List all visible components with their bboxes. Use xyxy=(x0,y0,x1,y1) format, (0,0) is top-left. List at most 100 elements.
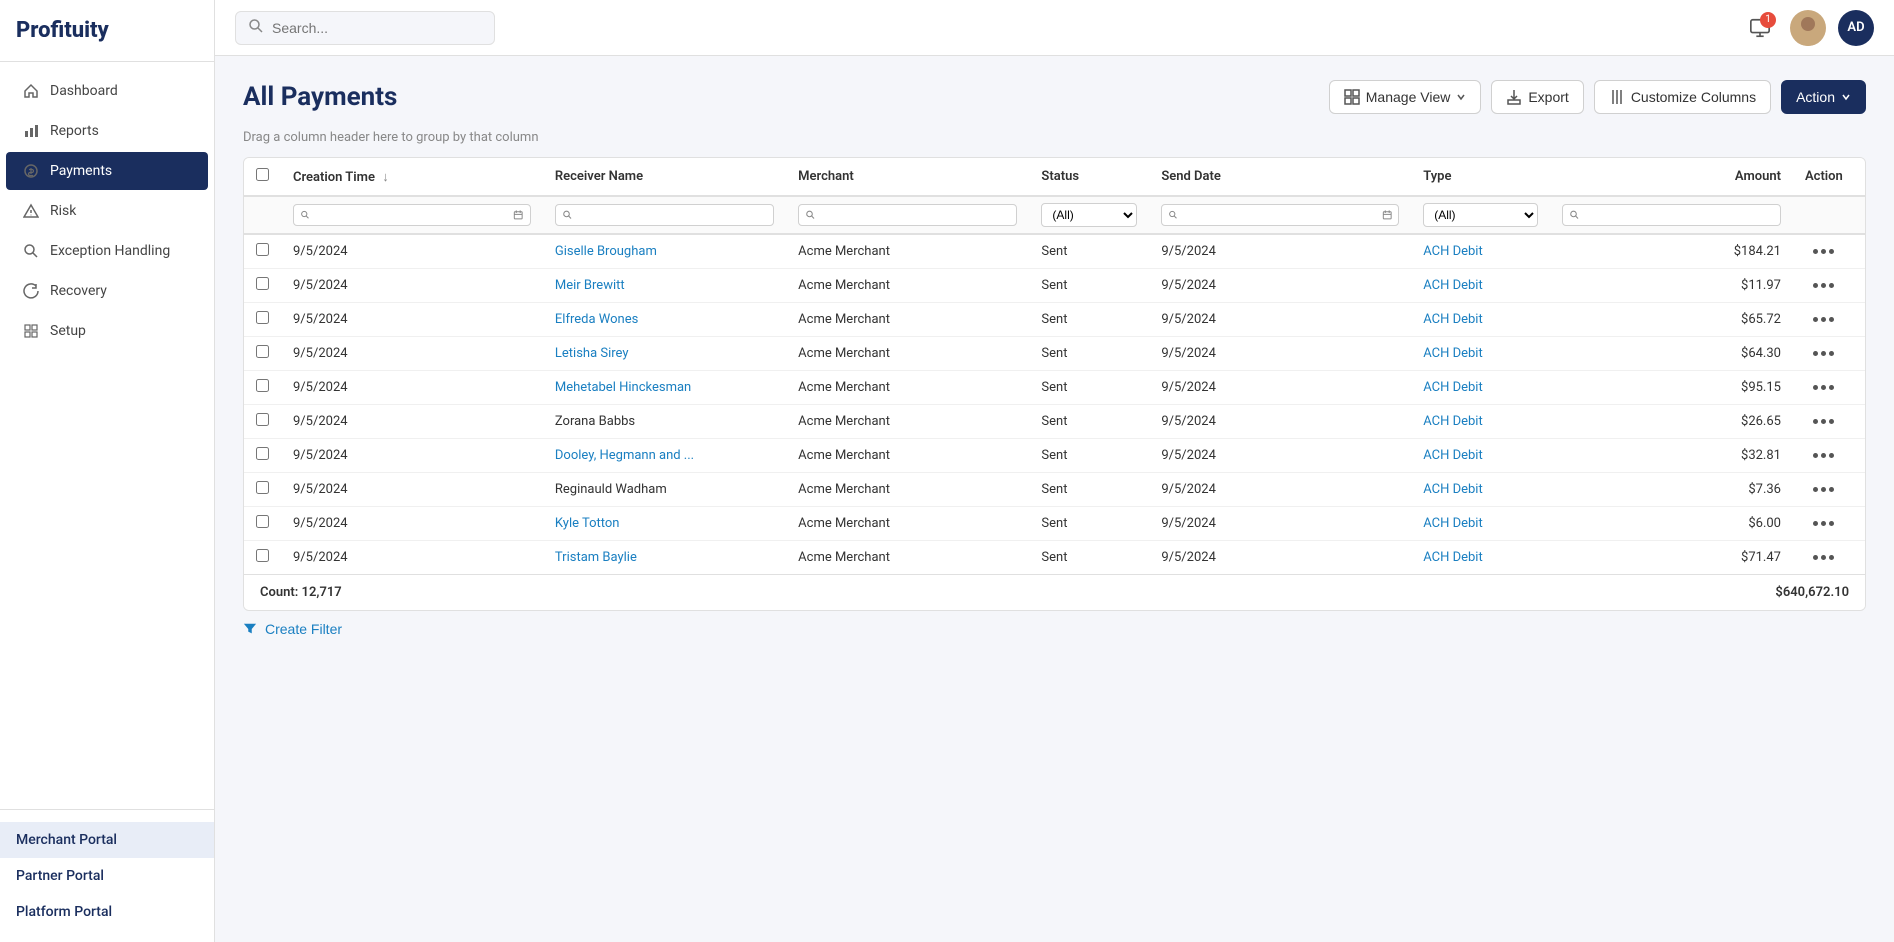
customize-columns-button[interactable]: Customize Columns xyxy=(1594,80,1771,114)
type-link[interactable]: ACH Debit xyxy=(1423,448,1483,463)
cell-action[interactable] xyxy=(1793,439,1865,473)
cell-receiver-name[interactable]: Reginauld Wadham xyxy=(543,473,786,507)
receiver-name-link[interactable]: Giselle Brougham xyxy=(555,244,657,259)
filter-send-date[interactable] xyxy=(1149,196,1411,234)
cell-action[interactable] xyxy=(1793,234,1865,269)
search-input[interactable] xyxy=(272,20,472,36)
cell-receiver-name[interactable]: Meir Brewitt xyxy=(543,269,786,303)
row-checkbox-cell[interactable] xyxy=(244,371,281,405)
create-filter-button[interactable]: Create Filter xyxy=(265,621,342,637)
filter-creation-time-input[interactable] xyxy=(314,208,509,222)
cell-type[interactable]: ACH Debit xyxy=(1411,371,1550,405)
type-link[interactable]: ACH Debit xyxy=(1423,380,1483,395)
receiver-name-link[interactable]: Kyle Totton xyxy=(555,516,620,531)
row-checkbox-cell[interactable] xyxy=(244,473,281,507)
row-checkbox-0[interactable] xyxy=(256,243,269,256)
row-checkbox-cell[interactable] xyxy=(244,337,281,371)
sidebar-item-reports[interactable]: Reports xyxy=(6,112,208,150)
filter-send-date-input[interactable] xyxy=(1183,208,1378,222)
row-checkbox-3[interactable] xyxy=(256,345,269,358)
filter-creation-time[interactable] xyxy=(281,196,543,234)
row-checkbox-5[interactable] xyxy=(256,413,269,426)
row-action-dots[interactable] xyxy=(1805,279,1853,292)
cell-receiver-name[interactable]: Zorana Babbs xyxy=(543,405,786,439)
row-checkbox-cell[interactable] xyxy=(244,507,281,541)
row-checkbox-1[interactable] xyxy=(256,277,269,290)
type-link[interactable]: ACH Debit xyxy=(1423,244,1483,259)
col-type[interactable]: Type xyxy=(1411,158,1550,196)
receiver-name-link[interactable]: Zorana Babbs xyxy=(555,414,635,429)
export-button[interactable]: Export xyxy=(1491,80,1583,114)
cell-type[interactable]: ACH Debit xyxy=(1411,473,1550,507)
row-action-dots[interactable] xyxy=(1805,483,1853,496)
notification-button[interactable]: 1 xyxy=(1742,10,1778,46)
cell-type[interactable]: ACH Debit xyxy=(1411,541,1550,575)
row-checkbox-2[interactable] xyxy=(256,311,269,324)
type-link[interactable]: ACH Debit xyxy=(1423,550,1483,565)
filter-status[interactable]: (All)SentPendingFailed xyxy=(1029,196,1149,234)
receiver-name-link[interactable]: Dooley, Hegmann and ... xyxy=(555,448,694,463)
type-link[interactable]: ACH Debit xyxy=(1423,482,1483,497)
cell-action[interactable] xyxy=(1793,507,1865,541)
row-checkbox-cell[interactable] xyxy=(244,541,281,575)
filter-amount-input[interactable] xyxy=(1584,208,1774,222)
filter-merchant[interactable] xyxy=(786,196,1029,234)
sidebar-item-exception-handling[interactable]: Exception Handling xyxy=(6,232,208,270)
sidebar-item-setup[interactable]: Setup xyxy=(6,312,208,350)
row-checkbox-7[interactable] xyxy=(256,481,269,494)
cell-type[interactable]: ACH Debit xyxy=(1411,269,1550,303)
receiver-name-link[interactable]: Letisha Sirey xyxy=(555,346,629,361)
row-checkbox-6[interactable] xyxy=(256,447,269,460)
cell-receiver-name[interactable]: Kyle Totton xyxy=(543,507,786,541)
select-all-header[interactable] xyxy=(244,158,281,196)
filter-receiver-name-input[interactable] xyxy=(577,208,767,222)
type-link[interactable]: ACH Debit xyxy=(1423,346,1483,361)
receiver-name-link[interactable]: Mehetabel Hinckesman xyxy=(555,380,691,395)
filter-status-select[interactable]: (All)SentPendingFailed xyxy=(1041,203,1137,227)
row-action-dots[interactable] xyxy=(1805,313,1853,326)
cell-type[interactable]: ACH Debit xyxy=(1411,507,1550,541)
cell-action[interactable] xyxy=(1793,269,1865,303)
col-receiver-name[interactable]: Receiver Name xyxy=(543,158,786,196)
receiver-name-link[interactable]: Tristam Baylie xyxy=(555,550,637,565)
row-action-dots[interactable] xyxy=(1805,517,1853,530)
cell-type[interactable]: ACH Debit xyxy=(1411,303,1550,337)
filter-amount[interactable] xyxy=(1550,196,1793,234)
row-checkbox-cell[interactable] xyxy=(244,269,281,303)
row-checkbox-cell[interactable] xyxy=(244,303,281,337)
row-action-dots[interactable] xyxy=(1805,245,1853,258)
filter-type[interactable]: (All)ACH DebitACH Credit xyxy=(1411,196,1550,234)
cell-type[interactable]: ACH Debit xyxy=(1411,234,1550,269)
sidebar-item-recovery[interactable]: Recovery xyxy=(6,272,208,310)
row-action-dots[interactable] xyxy=(1805,415,1853,428)
cell-action[interactable] xyxy=(1793,303,1865,337)
cell-action[interactable] xyxy=(1793,337,1865,371)
search-box[interactable] xyxy=(235,11,495,45)
row-checkbox-8[interactable] xyxy=(256,515,269,528)
portal-item-partner-portal[interactable]: Partner Portal xyxy=(0,858,214,894)
cell-receiver-name[interactable]: Tristam Baylie xyxy=(543,541,786,575)
row-checkbox-cell[interactable] xyxy=(244,439,281,473)
cell-type[interactable]: ACH Debit xyxy=(1411,439,1550,473)
select-all-checkbox[interactable] xyxy=(256,168,269,181)
sidebar-item-payments[interactable]: Payments xyxy=(6,152,208,190)
row-action-dots[interactable] xyxy=(1805,551,1853,564)
col-amount[interactable]: Amount xyxy=(1550,158,1793,196)
receiver-name-link[interactable]: Reginauld Wadham xyxy=(555,482,667,497)
cell-action[interactable] xyxy=(1793,541,1865,575)
row-checkbox-9[interactable] xyxy=(256,549,269,562)
calendar-send-icon[interactable] xyxy=(1382,209,1392,221)
cell-type[interactable]: ACH Debit xyxy=(1411,405,1550,439)
portal-item-merchant-portal[interactable]: Merchant Portal xyxy=(0,822,214,858)
receiver-name-link[interactable]: Meir Brewitt xyxy=(555,278,625,293)
sidebar-item-dashboard[interactable]: Dashboard xyxy=(6,72,208,110)
filter-type-select[interactable]: (All)ACH DebitACH Credit xyxy=(1423,203,1538,227)
row-checkbox-4[interactable] xyxy=(256,379,269,392)
type-link[interactable]: ACH Debit xyxy=(1423,414,1483,429)
cell-type[interactable]: ACH Debit xyxy=(1411,337,1550,371)
filter-merchant-input[interactable] xyxy=(820,208,1010,222)
row-action-dots[interactable] xyxy=(1805,347,1853,360)
row-checkbox-cell[interactable] xyxy=(244,234,281,269)
calendar-icon[interactable] xyxy=(513,209,523,221)
col-creation-time[interactable]: Creation Time ↓ xyxy=(281,158,543,196)
